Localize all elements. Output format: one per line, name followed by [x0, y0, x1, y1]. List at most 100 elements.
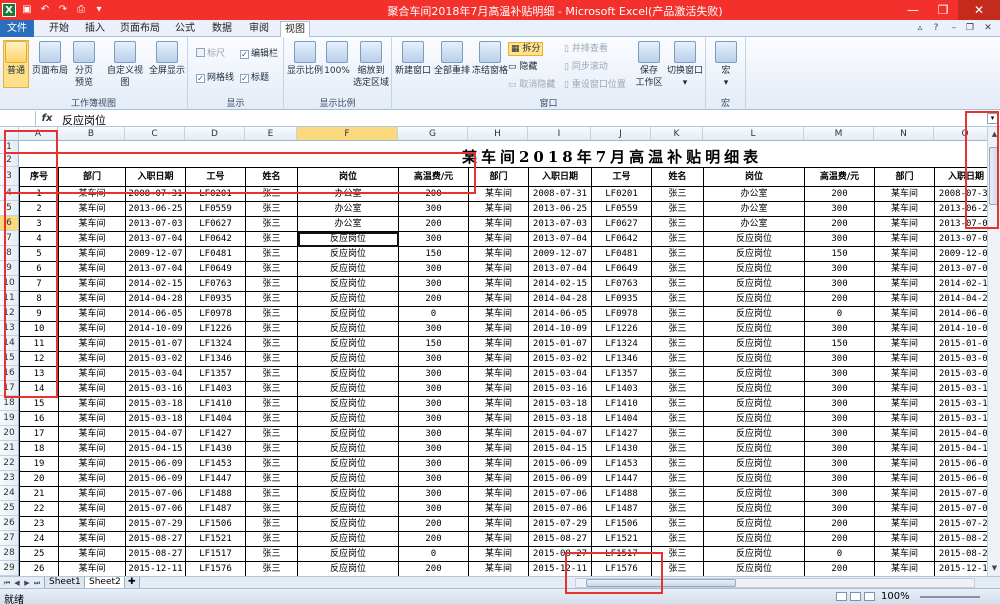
- table-cell[interactable]: 2015-06-09: [125, 456, 186, 472]
- table-cell[interactable]: 10: [19, 321, 59, 337]
- table-cell[interactable]: 某车间: [468, 261, 529, 277]
- table-cell[interactable]: 反应岗位: [297, 456, 399, 472]
- table-cell[interactable]: 某车间: [874, 291, 935, 307]
- table-cell[interactable]: 反应岗位: [703, 336, 805, 352]
- table-cell[interactable]: 反应岗位: [703, 531, 805, 547]
- ribbon-minimize-icon[interactable]: ▵: [914, 22, 926, 34]
- table-cell[interactable]: 300: [804, 366, 875, 382]
- zoom-to-selection-button[interactable]: 缩放到 选定区域: [352, 41, 390, 89]
- table-cell[interactable]: 2013-07-04: [125, 231, 186, 247]
- table-cell[interactable]: 300: [398, 261, 469, 277]
- column-header-m[interactable]: M: [804, 127, 874, 140]
- table-cell[interactable]: 某车间: [468, 381, 529, 397]
- table-cell[interactable]: 某车间: [874, 531, 935, 547]
- table-cell[interactable]: 张三: [651, 471, 704, 487]
- table-cell[interactable]: 2015-03-02: [934, 351, 987, 367]
- table-cell[interactable]: LF0935: [185, 291, 246, 307]
- table-cell[interactable]: 张三: [245, 411, 298, 427]
- table-cell[interactable]: 300: [804, 441, 875, 457]
- table-cell[interactable]: LF0201: [185, 186, 246, 202]
- table-cell[interactable]: 2015-03-04: [125, 366, 186, 382]
- table-cell[interactable]: LF1447: [591, 471, 652, 487]
- table-cell[interactable]: 某车间: [58, 186, 126, 202]
- table-cell[interactable]: 300: [804, 426, 875, 442]
- table-cell[interactable]: LF1404: [591, 411, 652, 427]
- table-cell[interactable]: 2013-06-25: [934, 201, 987, 217]
- table-cell[interactable]: 张三: [651, 501, 704, 517]
- table-cell[interactable]: 张三: [245, 426, 298, 442]
- table-cell[interactable]: 2015-04-07: [528, 426, 592, 442]
- table-cell[interactable]: 某车间: [58, 366, 126, 382]
- table-cell[interactable]: 某车间: [58, 456, 126, 472]
- table-cell[interactable]: 9: [19, 306, 59, 322]
- row-header-21[interactable]: 21: [0, 441, 18, 456]
- row-header-17[interactable]: 17: [0, 381, 18, 396]
- table-cell[interactable]: 8: [19, 291, 59, 307]
- row-header-27[interactable]: 27: [0, 531, 18, 546]
- table-cell[interactable]: 300: [398, 501, 469, 517]
- select-all-corner[interactable]: [0, 127, 19, 140]
- table-cell[interactable]: 0: [398, 306, 469, 322]
- row-header-22[interactable]: 22: [0, 456, 18, 471]
- table-cell[interactable]: 2015-12-11: [528, 561, 592, 576]
- table-cell[interactable]: 2013-06-25: [528, 201, 592, 217]
- table-cell[interactable]: 某车间: [468, 276, 529, 292]
- table-cell[interactable]: 200: [804, 561, 875, 576]
- row-header-25[interactable]: 25: [0, 501, 18, 516]
- table-cell[interactable]: 2015-03-18: [934, 396, 987, 412]
- row-header-29[interactable]: 29: [0, 561, 18, 576]
- table-cell[interactable]: 2015-06-09: [528, 456, 592, 472]
- table-cell[interactable]: 反应岗位: [297, 471, 399, 487]
- table-cell[interactable]: 张三: [245, 441, 298, 457]
- table-cell[interactable]: LF0978: [185, 306, 246, 322]
- table-cell[interactable]: 300: [804, 471, 875, 487]
- arrange-all-button[interactable]: 全部重排: [434, 41, 470, 77]
- table-cell[interactable]: 张三: [245, 231, 298, 247]
- table-cell[interactable]: 某车间: [58, 216, 126, 232]
- table-cell[interactable]: 张三: [245, 456, 298, 472]
- table-cell[interactable]: LF1506: [591, 516, 652, 532]
- table-cell[interactable]: 19: [19, 456, 59, 472]
- formula-input[interactable]: 反应岗位: [62, 112, 106, 128]
- table-cell[interactable]: 26: [19, 561, 59, 576]
- table-cell[interactable]: 0: [804, 546, 875, 562]
- table-cell[interactable]: 300: [804, 276, 875, 292]
- table-cell[interactable]: 某车间: [874, 246, 935, 262]
- table-cell[interactable]: 反应岗位: [297, 336, 399, 352]
- table-cell[interactable]: 16: [19, 411, 59, 427]
- table-cell[interactable]: 2009-12-07: [528, 246, 592, 262]
- table-cell[interactable]: 2015-03-04: [528, 366, 592, 382]
- table-cell[interactable]: 张三: [245, 246, 298, 262]
- table-cell[interactable]: 办公室: [297, 186, 399, 202]
- table-cell[interactable]: 24: [19, 531, 59, 547]
- table-cell[interactable]: 2015-03-16: [528, 381, 592, 397]
- table-cell[interactable]: 张三: [651, 396, 704, 412]
- horizontal-scroll-thumb[interactable]: [586, 579, 736, 587]
- table-cell[interactable]: 2015-08-27: [934, 531, 987, 547]
- table-cell[interactable]: 某车间: [468, 291, 529, 307]
- table-cell[interactable]: 某车间: [58, 231, 126, 247]
- table-cell[interactable]: 2015-07-06: [125, 486, 186, 502]
- table-cell[interactable]: 张三: [651, 546, 704, 562]
- expand-formula-bar-icon[interactable]: ▾: [987, 113, 998, 124]
- table-cell[interactable]: 2015-08-27: [125, 531, 186, 547]
- table-cell[interactable]: 反应岗位: [297, 516, 399, 532]
- table-cell[interactable]: 张三: [245, 216, 298, 232]
- table-cell[interactable]: 2014-06-05: [125, 306, 186, 322]
- scroll-down-icon[interactable]: ▼: [989, 563, 1000, 574]
- table-cell[interactable]: LF1346: [185, 351, 246, 367]
- table-cell[interactable]: 18: [19, 441, 59, 457]
- table-cell[interactable]: 200: [804, 186, 875, 202]
- window-restore-icon[interactable]: ❐: [964, 22, 976, 34]
- table-cell[interactable]: 2015-08-27: [934, 546, 987, 562]
- table-cell[interactable]: LF1403: [591, 381, 652, 397]
- table-cell[interactable]: 张三: [651, 426, 704, 442]
- table-cell[interactable]: 2013-07-03: [528, 216, 592, 232]
- table-cell[interactable]: 办公室: [297, 216, 399, 232]
- column-title[interactable]: 岗位: [297, 167, 399, 187]
- table-cell[interactable]: 反应岗位: [297, 261, 399, 277]
- table-cell[interactable]: 200: [398, 531, 469, 547]
- table-cell[interactable]: 300: [804, 351, 875, 367]
- scroll-up-icon[interactable]: ▲: [989, 129, 1000, 140]
- table-cell[interactable]: 2015-03-18: [528, 396, 592, 412]
